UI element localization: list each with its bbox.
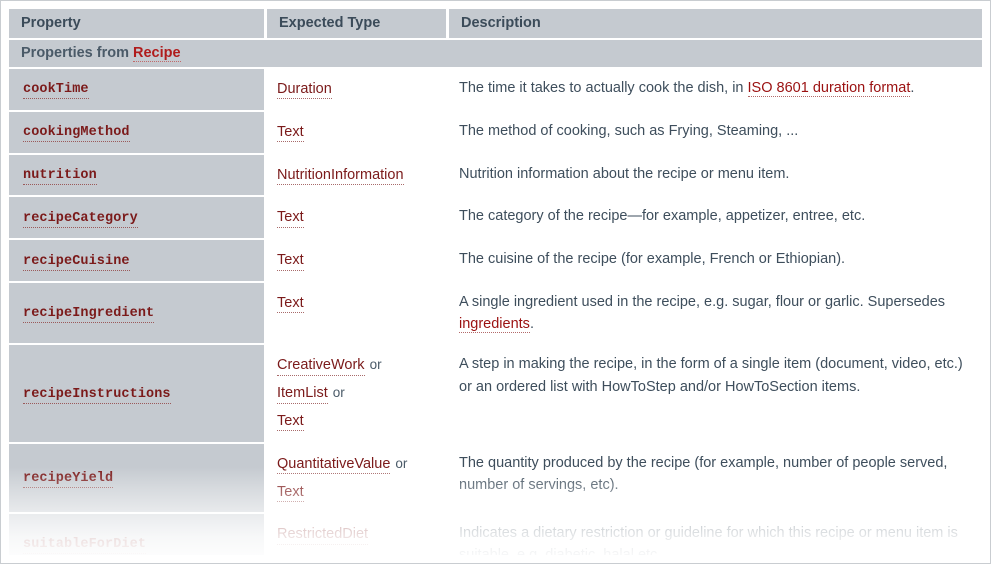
description-cell: The method of cooking, such as Frying, S… <box>449 111 982 153</box>
description-text: The quantity produced by the recipe (for… <box>459 454 948 493</box>
column-header-description: Description <box>449 9 982 38</box>
property-name-link[interactable]: recipeCuisine <box>23 254 130 271</box>
expected-type-entry: Text <box>277 205 441 230</box>
description-text: . <box>910 80 915 96</box>
description-cell: The cuisine of the recipe (for example, … <box>449 240 982 281</box>
property-name-link[interactable]: suitableForDiet <box>23 537 147 555</box>
expected-type-link[interactable]: Text <box>277 124 304 143</box>
expected-type-entry: RestrictedDiet <box>277 522 441 547</box>
table-row: cookTime Duration The time it takes to act… <box>9 69 982 110</box>
property-name-link[interactable]: recipeYield <box>23 471 114 489</box>
property-name-link[interactable]: recipeIngredient <box>23 306 155 324</box>
expected-type-link[interactable]: Text <box>277 252 304 271</box>
expected-type-cell: Text <box>267 240 449 281</box>
table-header: Property Expected Type Description <box>9 9 982 38</box>
type-or-separator: or <box>332 385 345 401</box>
property-cell: cookingMethod <box>9 111 267 153</box>
expected-type-cell: RestrictedDiet <box>267 514 449 555</box>
expected-type-entry: NutritionInformation <box>277 163 441 188</box>
table-row: cookingMethod Text The method of cooking, … <box>9 111 982 153</box>
expected-type-cell: Text <box>267 197 449 239</box>
expected-type-link[interactable]: Text <box>277 413 304 432</box>
table-header-row: Property Expected Type Description <box>9 9 982 38</box>
expected-type-entry: CreativeWork or <box>277 353 441 378</box>
expected-type-cell: CreativeWork or ItemList or Text <box>267 345 449 442</box>
table-row: recipeYield QuantitativeValue or Text The qu… <box>9 443 982 513</box>
property-cell: recipeCuisine <box>9 240 267 281</box>
description-inline-link[interactable]: ISO 8601 duration format <box>747 80 911 97</box>
description-text: Indicates a dietary restriction or guide… <box>459 525 958 555</box>
expected-type-link[interactable]: Duration <box>277 81 332 100</box>
property-cell: recipeInstructions <box>9 345 267 442</box>
expected-type-cell: Text <box>267 111 449 153</box>
description-cell: A single ingredient used in the recipe, … <box>449 282 982 344</box>
expected-type-link[interactable]: ItemList <box>277 385 328 404</box>
property-cell: recipeYield <box>9 443 267 513</box>
description-text: A step in making the recipe, in the form… <box>459 356 963 395</box>
property-cell: suitableForDiet <box>9 514 267 555</box>
expected-type-link[interactable]: CreativeWork <box>277 357 365 376</box>
section-header-prefix: Properties from <box>21 45 133 61</box>
description-cell: Nutrition information about the recipe o… <box>449 154 982 196</box>
section-source-link[interactable]: Recipe <box>133 45 181 62</box>
expected-type-cell: QuantitativeValue or Text <box>267 443 449 513</box>
description-cell: The time it takes to actually cook the d… <box>449 69 982 110</box>
type-or-separator: or <box>395 455 408 471</box>
section-header-row: Properties from Recipe <box>9 40 982 67</box>
expected-type-entry: ItemList or <box>277 381 441 406</box>
property-cell: recipeCategory <box>9 197 267 239</box>
expected-type-entry: Text <box>277 120 441 145</box>
expected-type-link[interactable]: NutritionInformation <box>277 167 404 185</box>
expected-type-link[interactable]: Text <box>277 484 304 502</box>
expected-type-entry: Text <box>277 291 441 316</box>
property-name-link[interactable]: nutrition <box>23 168 97 185</box>
property-name-link[interactable]: recipeCategory <box>23 211 138 228</box>
description-text: The category of the recipe—for example, … <box>459 208 866 225</box>
table-row: nutrition NutritionInformation Nutrition i… <box>9 154 982 196</box>
property-cell: recipeIngredient <box>9 282 267 344</box>
expected-type-entry: Text <box>277 480 441 505</box>
expected-type-cell: Duration <box>267 69 449 110</box>
table-row: recipeCategory Text The category of the re… <box>9 197 982 239</box>
table-scroll-region[interactable]: Property Expected Type Description Prope… <box>9 7 982 555</box>
description-text: Nutrition information about the recipe o… <box>459 165 790 182</box>
description-cell: Indicates a dietary restriction or guide… <box>449 514 982 555</box>
table-row: recipeInstructions CreativeWork or ItemList… <box>9 345 982 442</box>
table-row: suitableForDiet RestrictedDiet Indicates a… <box>9 514 982 555</box>
property-definition-table: Property Expected Type Description Prope… <box>9 7 982 555</box>
description-text: The time it takes to actually cook the d… <box>459 80 748 96</box>
document-frame: Property Expected Type Description Prope… <box>0 0 991 564</box>
expected-type-cell: Text <box>267 282 449 344</box>
property-name-link[interactable]: cookingMethod <box>23 125 130 143</box>
property-name-link[interactable]: recipeInstructions <box>23 387 171 404</box>
column-header-expected-type: Expected Type <box>267 9 449 38</box>
expected-type-link[interactable]: Text <box>277 295 304 314</box>
property-name-link[interactable]: cookTime <box>23 82 89 100</box>
property-cell: nutrition <box>9 154 267 196</box>
description-cell: The category of the recipe—for example, … <box>449 197 982 239</box>
description-text: The cuisine of the recipe (for example, … <box>459 251 846 268</box>
type-or-separator: or <box>369 357 382 373</box>
description-cell: A step in making the recipe, in the form… <box>449 345 982 442</box>
expected-type-entry: Duration <box>277 77 441 102</box>
expected-type-entry: Text <box>277 248 441 273</box>
section-header-cell: Properties from Recipe <box>9 40 982 67</box>
property-cell: cookTime <box>9 69 267 110</box>
expected-type-entry: QuantitativeValue or <box>277 452 441 477</box>
description-cell: The quantity produced by the recipe (for… <box>449 443 982 513</box>
table-row: recipeCuisine Text The cuisine of the reci… <box>9 240 982 281</box>
description-text: The method of cooking, such as Frying, S… <box>459 122 799 139</box>
table-row: recipeIngredient Text A single ingredient … <box>9 282 982 344</box>
expected-type-entry: Text <box>277 409 441 434</box>
table-body: Properties from Recipe cookTime Duration Th… <box>9 40 982 555</box>
description-text: . <box>529 316 534 333</box>
expected-type-link[interactable]: QuantitativeValue <box>277 456 391 475</box>
expected-type-link[interactable]: Text <box>277 209 304 228</box>
description-text: A single ingredient used in the recipe, … <box>459 293 946 310</box>
description-inline-link[interactable]: ingredients <box>459 316 530 334</box>
expected-type-cell: NutritionInformation <box>267 154 449 196</box>
expected-type-link[interactable]: RestrictedDiet <box>277 526 369 545</box>
column-header-property: Property <box>9 9 267 38</box>
